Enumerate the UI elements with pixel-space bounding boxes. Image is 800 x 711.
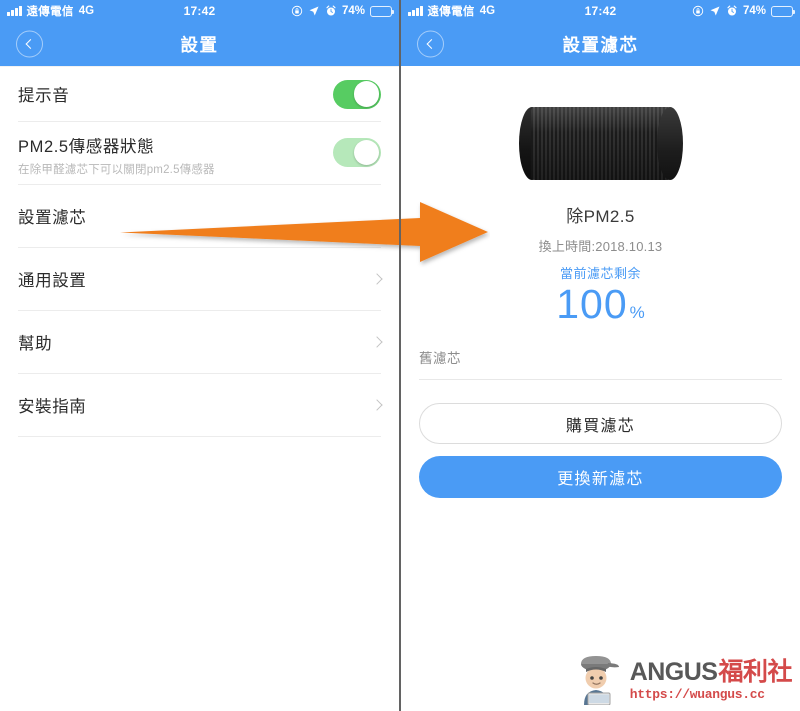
status-bar-right-group: 74% <box>692 5 795 17</box>
list-item-general-settings[interactable]: 通用設置 <box>0 248 399 310</box>
row-text-wrap: 通用設置 <box>18 267 86 291</box>
toggle-knob <box>353 139 380 166</box>
rotation-lock-icon <box>291 5 303 17</box>
list-item-label: 設置濾芯 <box>18 209 87 227</box>
left-phone-screen: 遠傳電信 4G 17:42 74% 設置 提示音 PM2.5傳感器狀態 在除甲醛… <box>0 0 399 711</box>
battery-icon <box>771 5 795 17</box>
row-text-wrap: 設置濾芯 <box>18 204 86 228</box>
cartridge-cap-right <box>656 106 683 180</box>
watermark-brand-cn: 福利社 <box>718 657 792 686</box>
replace-filter-button[interactable]: 更換新濾芯 <box>419 456 782 498</box>
chevron-right-icon <box>371 399 383 411</box>
battery-icon <box>370 5 394 17</box>
back-button-right[interactable] <box>417 30 444 58</box>
list-item-label: 通用設置 <box>18 272 87 290</box>
filter-remaining-value-group: 100% <box>401 284 800 325</box>
toggle-pm25-sensor[interactable] <box>333 138 381 167</box>
filter-remaining-value: 100 <box>556 281 628 327</box>
settings-list: 提示音 PM2.5傳感器狀態 在除甲醛濾芯下可以關閉pm2.5傳感器 設置濾芯 <box>0 66 399 437</box>
old-filter-divider <box>419 379 782 380</box>
filter-cartridge-image <box>401 88 800 198</box>
list-item-installation-guide[interactable]: 安裝指南 <box>0 374 399 436</box>
list-item-label: 幫助 <box>18 335 53 353</box>
list-item-sublabel: 在除甲醛濾芯下可以關閉pm2.5傳感器 <box>18 164 215 176</box>
list-item-alert-sound[interactable]: 提示音 <box>0 67 399 121</box>
watermark-text: ANGUS 福利社 https://wuangus.cc <box>629 657 793 702</box>
page-title-left: 設置 <box>180 34 219 55</box>
back-button-left[interactable] <box>16 30 43 58</box>
row-text-wrap: 提示音 <box>18 82 69 106</box>
old-filter-section-label: 舊濾芯 <box>419 351 461 366</box>
watermark-brand: ANGUS 福利社 <box>629 657 793 686</box>
watermark-brand-latin: ANGUS <box>629 657 718 686</box>
alarm-clock-icon <box>727 5 737 16</box>
alarm-clock-icon <box>326 5 336 16</box>
list-divider <box>18 436 381 437</box>
chevron-right-icon <box>371 336 383 348</box>
buy-filter-button[interactable]: 購買濾芯 <box>419 403 782 444</box>
filter-remaining-unit: % <box>629 303 645 322</box>
panel-separator <box>399 0 401 711</box>
watermark-url: https://wuangus.cc <box>629 686 765 702</box>
location-arrow-icon <box>710 6 720 16</box>
list-item-label: 安裝指南 <box>18 398 87 416</box>
status-bar-left: 遠傳電信 4G 17:42 74% <box>0 0 399 22</box>
list-item-label: 提示音 <box>18 87 70 105</box>
row-text-wrap: PM2.5傳感器狀態 在除甲醛濾芯下可以關閉pm2.5傳感器 <box>18 133 215 177</box>
rotation-lock-icon <box>692 5 704 17</box>
watermark: ANGUS 福利社 https://wuangus.cc <box>572 655 792 705</box>
row-text-wrap: 安裝指南 <box>18 393 86 417</box>
angus-mascot-icon <box>580 656 619 705</box>
status-bar-right: 遠傳電信 4G 17:42 74% <box>401 0 800 22</box>
list-item-pm25-sensor[interactable]: PM2.5傳感器狀態 在除甲醛濾芯下可以關閉pm2.5傳感器 <box>0 122 399 184</box>
status-bar-right-group: 74% <box>291 5 394 17</box>
toggle-alert-sound[interactable] <box>333 79 381 109</box>
chevron-right-icon <box>371 273 383 285</box>
nav-bar-left: 設置 <box>0 22 399 66</box>
chevron-left-icon <box>426 39 437 49</box>
list-item-label: PM2.5傳感器狀態 <box>18 138 155 156</box>
battery-percent-label: 74% <box>341 5 365 17</box>
filter-remaining-label: 當前濾芯剩余 <box>559 266 641 281</box>
screenshot-canvas: 遠傳電信 4G 17:42 74% 設置 提示音 PM2.5傳感器狀態 在除甲醛… <box>0 0 800 711</box>
chevron-left-icon <box>25 39 36 49</box>
row-text-wrap: 幫助 <box>18 330 52 354</box>
list-item-help[interactable]: 幫助 <box>0 311 399 373</box>
right-phone-screen: 遠傳電信 4G 17:42 74% 設置濾芯 除PM2.5 換上時間:2018.… <box>401 0 800 711</box>
filter-detail-body: 除PM2.5 換上時間:2018.10.13 當前濾芯剩余 100% 舊濾芯 購… <box>401 88 800 498</box>
filter-name: 除PM2.5 <box>566 207 635 226</box>
list-item-filter-settings[interactable]: 設置濾芯 <box>0 185 399 247</box>
cartridge-shading <box>530 106 671 180</box>
filter-install-date: 換上時間:2018.10.13 <box>538 239 663 254</box>
location-arrow-icon <box>309 6 319 16</box>
cartridge-graphic <box>518 106 683 180</box>
nav-bar-right: 設置濾芯 <box>401 22 800 66</box>
page-title-right: 設置濾芯 <box>562 34 639 55</box>
toggle-knob <box>353 81 380 107</box>
battery-percent-label: 74% <box>742 5 766 17</box>
